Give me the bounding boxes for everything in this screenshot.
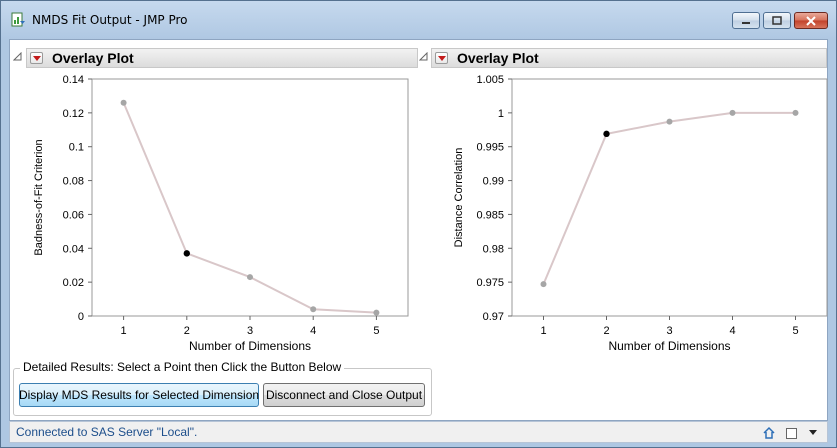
window-title: NMDS Fit Output - JMP Pro bbox=[32, 13, 188, 27]
y-axis-label: Badness-of-Fit Criterion bbox=[33, 139, 45, 255]
minimize-button[interactable] bbox=[732, 12, 760, 29]
y-tick-label: 0.08 bbox=[63, 176, 84, 188]
x-tick-label: 2 bbox=[184, 325, 190, 337]
x-tick-label: 3 bbox=[666, 325, 672, 337]
y-tick-label: 0.975 bbox=[476, 277, 504, 289]
x-axis-label: Number of Dimensions bbox=[608, 339, 730, 353]
y-tick-label: 0.1 bbox=[69, 142, 84, 154]
home-icon[interactable] bbox=[761, 425, 777, 441]
selected-data-point bbox=[183, 250, 190, 257]
data-point bbox=[666, 118, 673, 125]
y-axis-label: Distance Correlation bbox=[453, 148, 465, 248]
y-tick-label: 1.005 bbox=[476, 74, 504, 86]
maximize-icon bbox=[772, 16, 782, 25]
y-tick-label: 0.02 bbox=[63, 277, 84, 289]
distance-correlation-plot[interactable]: 0.97 0.975 0.98 0.985 0.99 0.995 1 1.005 1 2 3 4 5 Nu… bbox=[420, 40, 829, 360]
selected-data-point bbox=[603, 130, 610, 138]
x-tick-label: 1 bbox=[121, 325, 127, 337]
x-tick-label: 5 bbox=[373, 325, 379, 337]
y-tick-label: 0.985 bbox=[476, 209, 504, 221]
x-tick-label: 4 bbox=[729, 325, 735, 337]
close-icon bbox=[806, 15, 816, 26]
x-tick-label: 3 bbox=[247, 325, 253, 337]
y-tick-label: 0.99 bbox=[483, 176, 504, 188]
x-tick-label: 4 bbox=[310, 325, 316, 337]
data-point bbox=[373, 309, 380, 316]
y-tick-label: 0.12 bbox=[63, 108, 84, 120]
x-tick-label: 1 bbox=[540, 325, 546, 337]
status-text: Connected to SAS Server "Local". bbox=[16, 425, 198, 439]
data-point bbox=[792, 109, 799, 116]
y-tick-label: 0.97 bbox=[483, 311, 504, 323]
close-button[interactable] bbox=[794, 12, 828, 29]
jmp-report-icon bbox=[11, 12, 25, 27]
status-bar: Connected to SAS Server "Local". bbox=[9, 421, 828, 443]
data-point bbox=[729, 109, 736, 116]
disconnect-close-button[interactable]: Disconnect and Close Output bbox=[263, 383, 425, 407]
y-tick-label: 0.995 bbox=[476, 142, 504, 154]
y-tick-label: 0 bbox=[78, 311, 84, 323]
data-point bbox=[540, 281, 547, 288]
plot-frame bbox=[91, 78, 409, 317]
checkbox-icon[interactable] bbox=[783, 425, 799, 441]
y-tick-label: 1 bbox=[498, 108, 504, 120]
minimize-icon bbox=[742, 21, 750, 24]
plot-frame bbox=[511, 78, 828, 317]
display-mds-results-button[interactable]: Display MDS Results for Selected Dimensi… bbox=[19, 383, 259, 407]
y-tick-label: 0.98 bbox=[483, 243, 504, 255]
dropdown-arrow-icon[interactable] bbox=[805, 425, 821, 441]
x-axis-label: Number of Dimensions bbox=[189, 339, 311, 353]
x-tick-label: 5 bbox=[792, 325, 798, 337]
y-tick-label: 0.14 bbox=[63, 74, 84, 86]
maximize-button[interactable] bbox=[763, 12, 791, 29]
title-bar[interactable]: NMDS Fit Output - JMP Pro bbox=[1, 1, 836, 39]
app-window: NMDS Fit Output - JMP Pro Overlay Plot O… bbox=[0, 0, 837, 448]
y-tick-label: 0.06 bbox=[63, 209, 84, 221]
data-point bbox=[120, 99, 127, 106]
detailed-results-group: Detailed Results: Select a Point then Cl… bbox=[13, 360, 432, 416]
data-point bbox=[310, 306, 317, 313]
y-tick-label: 0.04 bbox=[63, 243, 84, 255]
data-point bbox=[247, 274, 253, 281]
badness-of-fit-plot[interactable]: 0 0.02 0.04 0.06 0.08 0.1 0.12 0.14 1 2 3 4 5 Number … bbox=[10, 40, 420, 360]
detailed-results-label: Detailed Results: Select a Point then Cl… bbox=[20, 360, 345, 374]
x-tick-label: 2 bbox=[603, 325, 609, 337]
report-content: Overlay Plot Overlay Plot 0 0.02 0.04 0.06 0… bbox=[9, 39, 828, 421]
